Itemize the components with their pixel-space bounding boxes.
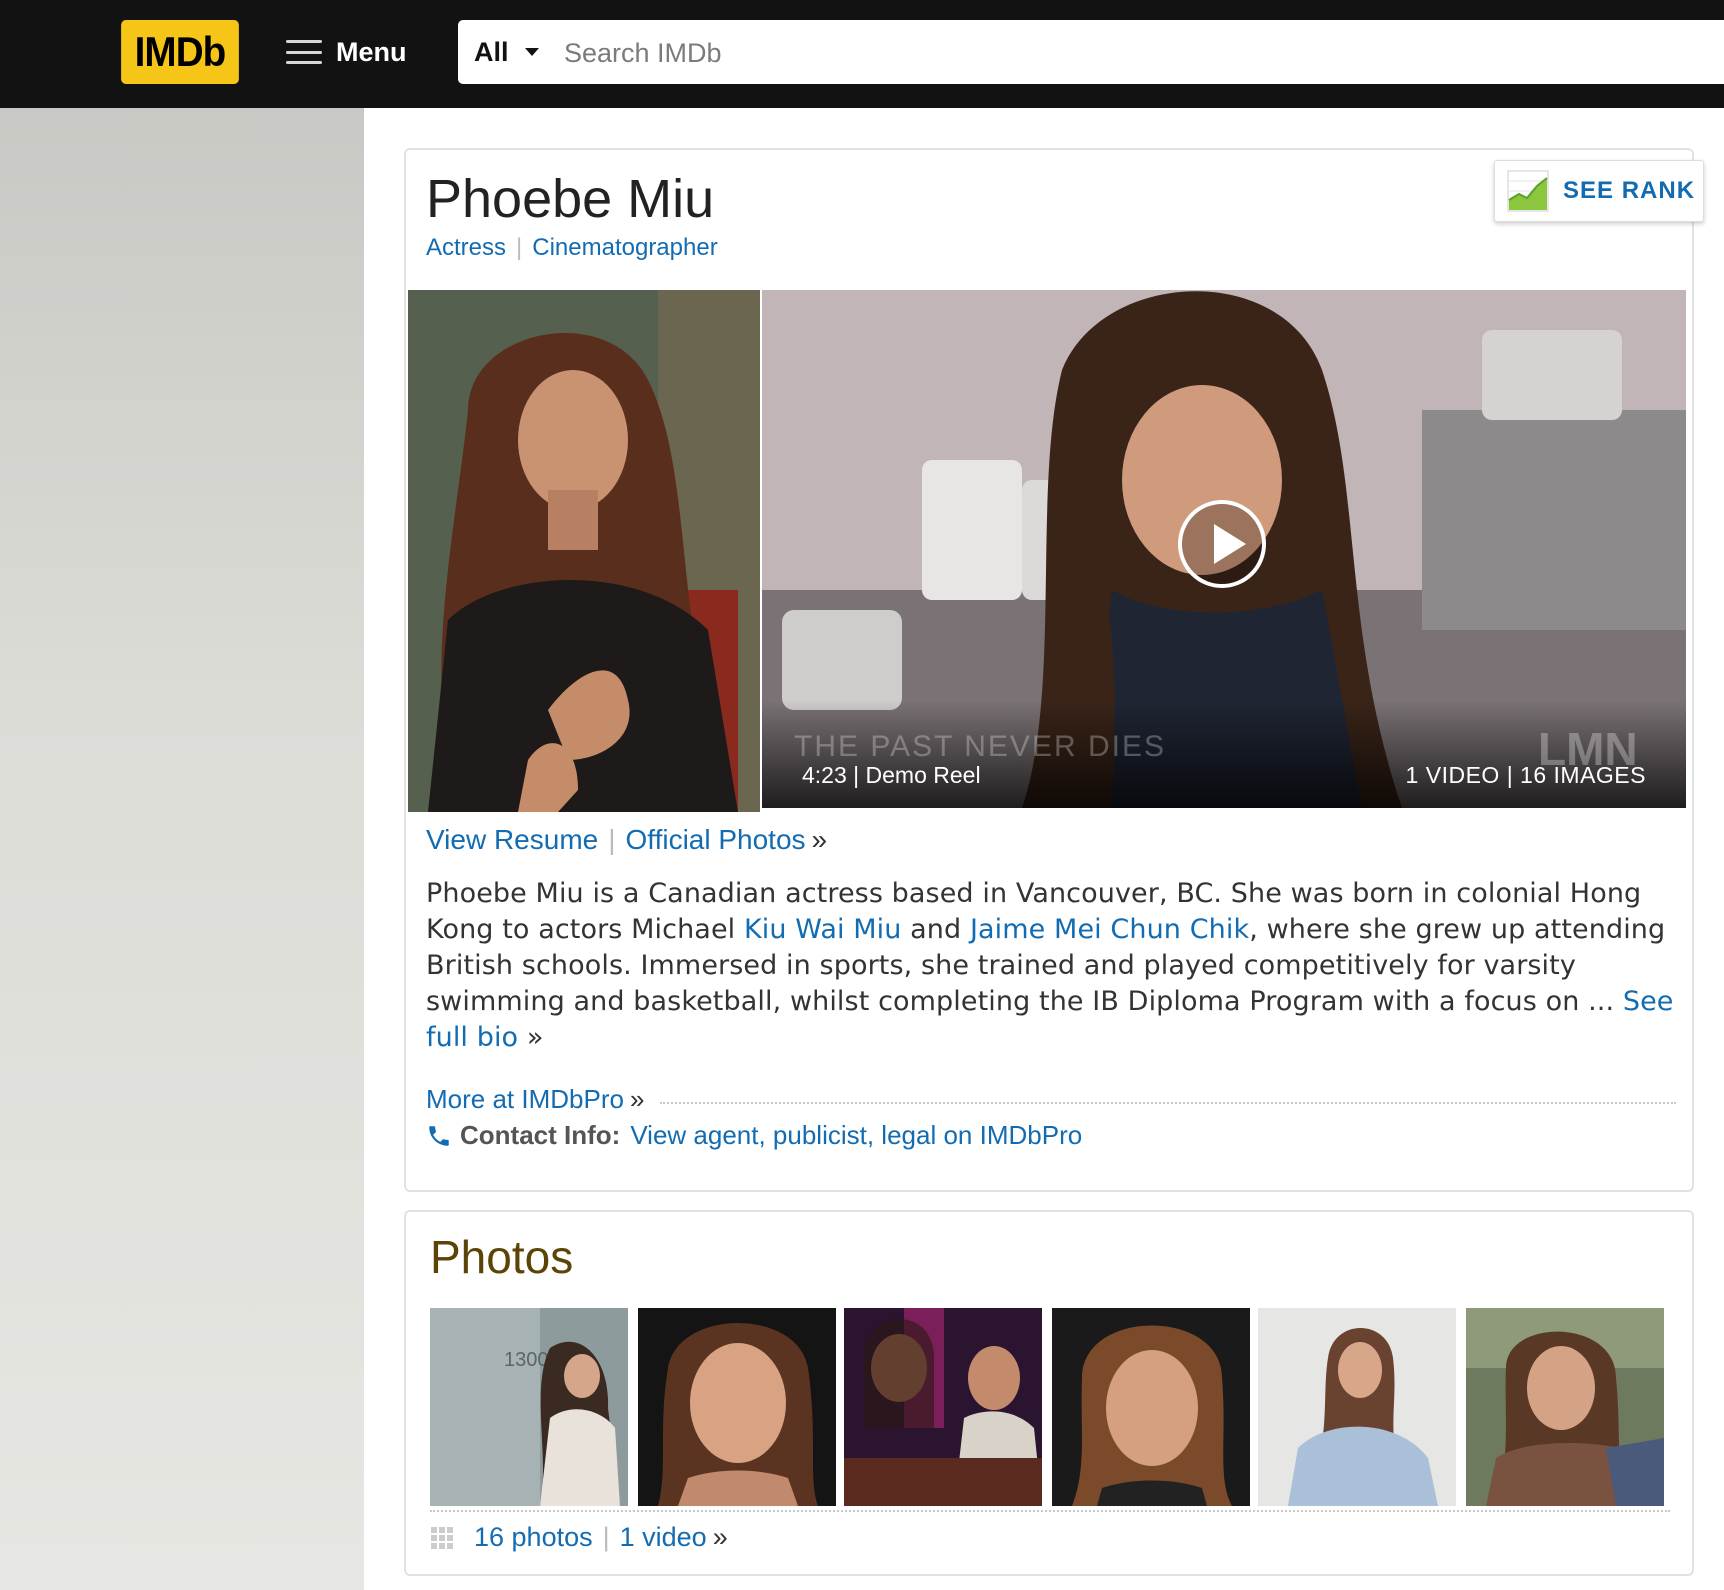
imdb-logo[interactable]: IMDb bbox=[121, 20, 239, 84]
raquo-icon: » bbox=[712, 1522, 728, 1552]
search-bar: All bbox=[458, 20, 1724, 84]
rank-chart-icon bbox=[1507, 170, 1549, 212]
kiu-wai-miu-link[interactable]: Kiu Wai Miu bbox=[744, 914, 902, 945]
dotted-divider bbox=[660, 1101, 1676, 1104]
imdbpro-row: More at IMDbPro» bbox=[426, 1084, 1676, 1115]
media-link-separator: | bbox=[608, 824, 616, 855]
media-count[interactable]: 1 VIDEO | 16 IMAGES bbox=[1406, 762, 1646, 789]
photo-thumbnail-illustration bbox=[1466, 1308, 1664, 1506]
hamburger-icon bbox=[286, 40, 322, 64]
photo-thumbnail[interactable] bbox=[1258, 1308, 1456, 1506]
role-actress-link[interactable]: Actress bbox=[426, 234, 506, 261]
see-rank-button[interactable]: SEE RANK bbox=[1494, 160, 1704, 222]
search-category-label: All bbox=[474, 36, 509, 67]
photo-thumbnail[interactable] bbox=[1052, 1308, 1250, 1506]
contact-info-row: Contact Info: View agent, publicist, leg… bbox=[426, 1120, 1082, 1151]
photo-thumbnail[interactable] bbox=[638, 1308, 836, 1506]
search-category-dropdown[interactable]: All bbox=[474, 20, 539, 84]
person-name: Phoebe Miu bbox=[426, 169, 715, 229]
play-button[interactable] bbox=[1178, 500, 1266, 588]
raquo-icon: » bbox=[526, 1022, 544, 1053]
photos-dotted-divider bbox=[430, 1510, 1670, 1512]
photo-thumbnail-illustration bbox=[1258, 1308, 1456, 1506]
view-agent-link[interactable]: View agent, publicist, legal on IMDbPro bbox=[630, 1120, 1082, 1151]
video-watermark: THE PAST NEVER DIES bbox=[794, 730, 1166, 763]
raquo-icon: » bbox=[629, 1084, 645, 1114]
photos-section-title: Photos bbox=[430, 1231, 574, 1283]
photo-thumbnail-illustration bbox=[844, 1308, 1042, 1506]
photo-thumbnail[interactable] bbox=[1466, 1308, 1664, 1506]
primary-photo[interactable] bbox=[408, 290, 760, 812]
phone-icon bbox=[429, 1125, 449, 1146]
bio-part: and bbox=[901, 914, 970, 945]
raquo-icon: » bbox=[811, 824, 828, 855]
search-input[interactable] bbox=[562, 30, 1666, 76]
role-separator: | bbox=[516, 234, 523, 261]
play-icon bbox=[1214, 524, 1246, 564]
photos-footer: 16 photos | 1 video» bbox=[430, 1522, 728, 1553]
caret-down-icon bbox=[524, 48, 539, 56]
contact-info-label: Contact Info: bbox=[460, 1120, 621, 1150]
media-links: View Resume | Official Photos» bbox=[426, 824, 827, 856]
photo-thumbnail[interactable] bbox=[844, 1308, 1042, 1506]
video-link[interactable]: 1 video bbox=[620, 1522, 707, 1553]
more-at-imdbpro-link[interactable]: More at IMDbPro bbox=[426, 1084, 624, 1115]
menu-label: Menu bbox=[336, 36, 407, 67]
see-rank-label: SEE RANK bbox=[1563, 177, 1696, 204]
bio-text: Phoebe Miu is a Canadian actress based i… bbox=[426, 876, 1676, 1056]
top-nav-bar: IMDb Menu All bbox=[0, 0, 1724, 108]
jaime-mei-chun-chik-link[interactable]: Jaime Mei Chun Chik bbox=[970, 914, 1249, 945]
photo-thumbnail-illustration bbox=[638, 1308, 836, 1506]
role-cinematographer-link[interactable]: Cinematographer bbox=[532, 234, 717, 261]
photo-thumbnail[interactable]: 1300 bbox=[430, 1308, 628, 1506]
person-roles: Actress | Cinematographer bbox=[426, 234, 718, 262]
view-resume-link[interactable]: View Resume bbox=[426, 824, 598, 855]
photo-thumbnail-illustration: 1300 bbox=[430, 1308, 628, 1506]
primary-photo-illustration bbox=[408, 290, 760, 812]
all-photos-link[interactable]: 16 photos bbox=[474, 1522, 593, 1553]
photos-footer-separator: | bbox=[602, 1522, 610, 1552]
menu-button[interactable]: Menu bbox=[286, 32, 407, 72]
video-duration-title: 4:23 | Demo Reel bbox=[802, 762, 981, 788]
left-background bbox=[0, 108, 364, 1590]
thumb-caption: 1300 bbox=[504, 1349, 549, 1371]
photo-thumbnail-illustration bbox=[1052, 1308, 1250, 1506]
grid-icon bbox=[431, 1526, 453, 1549]
official-photos-link[interactable]: Official Photos bbox=[626, 824, 806, 855]
